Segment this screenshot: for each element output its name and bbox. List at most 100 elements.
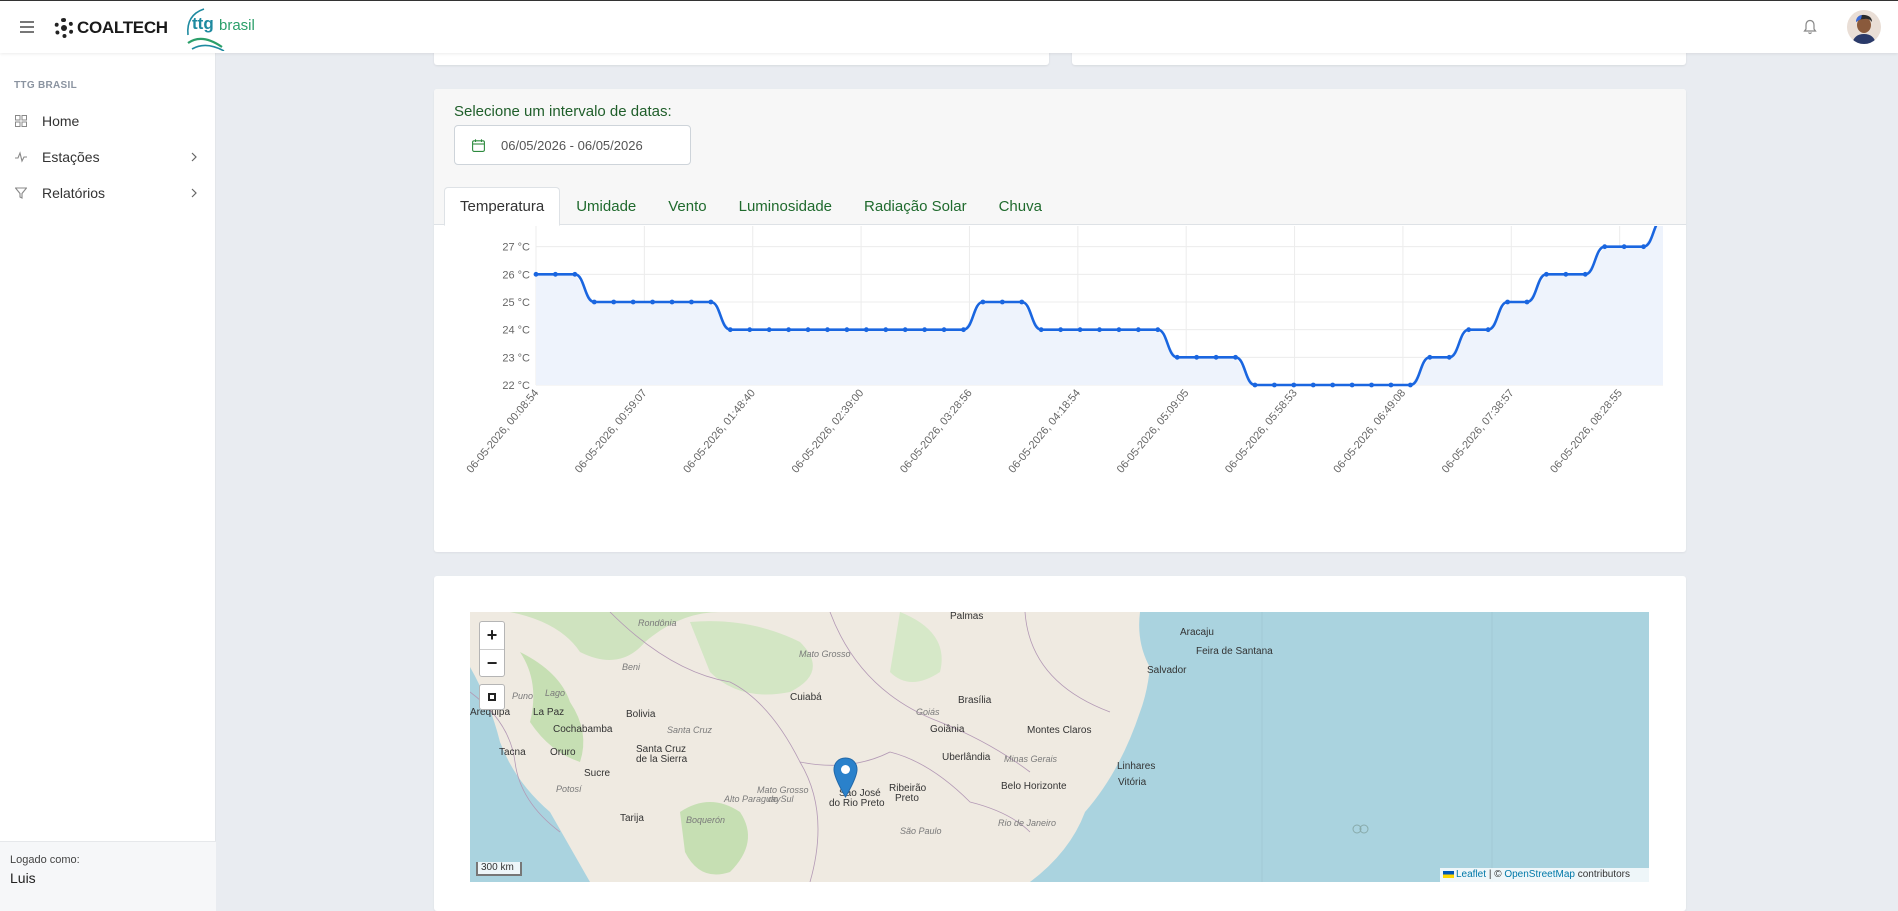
x-tick-label: 06-05-2026, 05:09:05 xyxy=(1115,387,1192,475)
data-point xyxy=(1544,271,1549,277)
avatar[interactable] xyxy=(1847,10,1881,44)
x-tick-label: 06-05-2026, 00:08:54 xyxy=(464,387,541,475)
data-point xyxy=(805,327,811,333)
map-label: Feira de Santana xyxy=(1196,646,1273,657)
tab-radiacao-solar[interactable]: Radiação Solar xyxy=(848,187,983,226)
map-label: Salvador xyxy=(1147,665,1187,676)
tab-vento[interactable]: Vento xyxy=(652,187,722,226)
map-label: Montes Claros xyxy=(1027,725,1092,736)
x-tick-label: 06-05-2026, 03:28:56 xyxy=(898,387,975,475)
sidebar-item-label: Relatórios xyxy=(42,185,106,201)
data-point xyxy=(1233,354,1238,360)
ttg-text: ttg xyxy=(192,14,214,33)
hamburger-icon[interactable] xyxy=(20,21,34,33)
data-point xyxy=(1291,382,1297,388)
x-tick-label: 06-05-2026, 05:58:53 xyxy=(1223,387,1300,475)
bell-icon[interactable] xyxy=(1803,19,1817,35)
data-point xyxy=(611,299,617,305)
data-point xyxy=(1563,271,1569,277)
map-label: Beni xyxy=(622,662,641,672)
data-point xyxy=(1077,327,1083,333)
map-label: Cuiabá xyxy=(790,692,822,703)
date-range-value: 06/05/2026 - 06/05/2026 xyxy=(501,138,643,153)
data-point xyxy=(1466,327,1472,333)
tab-chuva[interactable]: Chuva xyxy=(983,187,1058,226)
fullscreen-button[interactable] xyxy=(479,684,505,710)
data-point xyxy=(708,299,714,305)
map-label: Uberlândia xyxy=(942,752,991,763)
map-label: Oruro xyxy=(550,747,576,758)
y-tick-label: 25 °C xyxy=(502,297,530,309)
tab-temperatura[interactable]: Temperatura xyxy=(444,187,561,226)
zoom-out-button[interactable]: − xyxy=(480,649,504,676)
chevron-right-icon xyxy=(191,152,197,162)
data-point xyxy=(825,327,830,333)
data-point xyxy=(553,271,558,277)
sidebar-item-estacoes[interactable]: Estações xyxy=(0,142,215,172)
data-point xyxy=(1621,244,1627,250)
data-point xyxy=(1116,327,1122,333)
data-point xyxy=(883,327,889,333)
data-point xyxy=(1135,327,1141,333)
data-point xyxy=(941,327,947,333)
data-point xyxy=(1446,354,1452,360)
data-point xyxy=(1019,299,1025,305)
data-point xyxy=(689,299,694,305)
data-point xyxy=(980,299,986,305)
map-label: Rondônia xyxy=(638,618,677,628)
x-tick-label: 06-05-2026, 02:39:00 xyxy=(790,387,867,475)
data-point xyxy=(1505,299,1510,305)
logged-user-name: Luis xyxy=(10,870,36,886)
map-label: Belo Horizonte xyxy=(1001,781,1067,792)
map-label: Santa Cruz xyxy=(667,725,713,735)
data-point xyxy=(1369,382,1374,388)
logged-as-label: Logado como: xyxy=(10,854,80,866)
osm-link[interactable]: OpenStreetMap xyxy=(1504,869,1575,880)
activity-icon xyxy=(15,151,27,163)
map-label: São Paulo xyxy=(900,826,942,836)
tab-luminosidade[interactable]: Luminosidade xyxy=(723,187,848,226)
data-point xyxy=(1271,382,1277,388)
map-label: Rio de Janeiro xyxy=(998,818,1057,828)
data-point xyxy=(1427,354,1433,360)
map-label: Bolivia xyxy=(626,709,656,720)
data-point xyxy=(1252,382,1258,388)
station-map[interactable]: Palmas Aracaju Feira de Santana Salvador… xyxy=(470,612,1649,882)
tab-umidade[interactable]: Umidade xyxy=(560,187,652,226)
data-point xyxy=(902,327,908,333)
map-label: Puno xyxy=(512,691,534,701)
data-point xyxy=(1602,244,1608,250)
x-tick-label: 06-05-2026, 08:28:55 xyxy=(1548,387,1625,475)
map-card: Palmas Aracaju Feira de Santana Salvador… xyxy=(434,576,1686,911)
sidebar-item-label: Home xyxy=(42,113,80,129)
date-range-picker[interactable]: 06/05/2026 - 06/05/2026 xyxy=(454,125,691,165)
data-point xyxy=(1641,244,1646,250)
map-label: Tacna xyxy=(499,747,526,758)
data-point xyxy=(766,327,772,333)
series-area xyxy=(536,226,1663,385)
map-label: Goiás xyxy=(916,707,940,717)
station-marker-icon[interactable] xyxy=(833,757,858,798)
data-point xyxy=(1058,327,1064,333)
ukraine-flag-icon xyxy=(1443,870,1454,878)
sidebar-item-relatorios[interactable]: Relatórios xyxy=(0,178,215,208)
data-point xyxy=(1388,382,1394,388)
y-tick-label: 24 °C xyxy=(502,325,530,337)
map-label: Mato Grosso xyxy=(799,649,851,659)
data-point xyxy=(572,271,578,277)
x-tick-label: 06-05-2026, 01:48:40 xyxy=(681,387,758,475)
sidebar-item-home[interactable]: Home xyxy=(0,106,215,136)
map-zoom-control: + − xyxy=(479,621,505,677)
y-tick-label: 26 °C xyxy=(502,269,530,281)
leaflet-link[interactable]: Leaflet xyxy=(1456,869,1486,880)
map-label: Tarija xyxy=(620,813,644,824)
calendar-icon xyxy=(472,139,485,152)
map-label: de la Sierra xyxy=(636,754,688,765)
zoom-in-button[interactable]: + xyxy=(480,622,504,649)
brasil-text: brasil xyxy=(219,17,255,34)
x-tick-label: 06-05-2026, 00:59:07 xyxy=(573,387,650,475)
y-tick-label: 22 °C xyxy=(502,380,530,392)
coaltech-logo[interactable]: COALTECH xyxy=(54,18,168,38)
temperature-chart: 22 °C23 °C24 °C25 °C26 °C27 °C28 °C06-05… xyxy=(464,226,1663,476)
y-tick-label: 27 °C xyxy=(502,242,530,254)
